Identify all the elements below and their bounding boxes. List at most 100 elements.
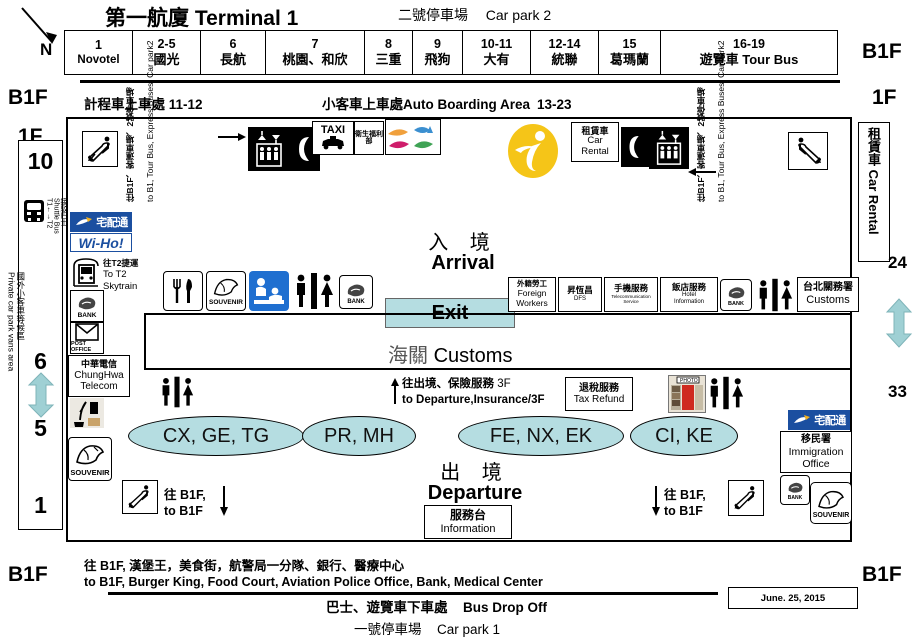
immigration-cn: 移民署	[801, 434, 831, 446]
wiho-logo: Wi-Ho!	[70, 233, 132, 252]
arrow-up-to-departure	[388, 378, 402, 404]
telecom-en-2: Telecom	[80, 381, 118, 393]
gate-cell[interactable]: 12-14 統聯	[531, 31, 599, 74]
bay-number-33: 33	[888, 382, 907, 401]
teal-double-arrow-right	[884, 298, 914, 348]
car-rental-box-top: 租賃車 Car Rental	[571, 122, 619, 162]
gate-cell[interactable]: 10-11 大有	[463, 31, 531, 74]
bank-icon: BANK	[720, 279, 752, 311]
to-b1-direction-right-en: to B1, Tour Bus, Express Buses, Car park…	[716, 41, 726, 202]
gate-cell[interactable]: 8 三重	[365, 31, 413, 74]
bus-dropoff-en: Bus Drop Off	[463, 600, 548, 615]
footer-directions: 往 B1F, 漢堡王，美食街，航警局一分隊、銀行、醫療中心 to B1F, Bu…	[84, 558, 543, 591]
airline-oval[interactable]: PR, MH	[302, 416, 416, 456]
souvenir-icon: SOUVENIR	[810, 482, 852, 524]
gate-cell[interactable]: 9 飛狗	[413, 31, 463, 74]
customs-band-bottom	[144, 368, 852, 370]
divider-line-bottom	[108, 592, 718, 595]
flower-shop-icon	[70, 398, 104, 428]
departure-title-cn: 出 境	[440, 462, 510, 484]
baby-care-icon	[249, 271, 289, 311]
telecom-service-box: 手機服務 Telecommunication Service	[604, 277, 658, 312]
souvenir-label: SOUVENIR	[209, 299, 243, 306]
bus-dropoff-label: 巴士、遊覽車下車處 Bus Drop Off	[326, 596, 547, 616]
gate-name: 葛瑪蘭	[609, 52, 649, 68]
gate-number: 8	[385, 36, 392, 51]
information-en: Information	[440, 522, 496, 535]
elevator-icon	[649, 127, 689, 169]
to-departure-cn: 往出境、保險服務	[402, 378, 494, 390]
airline-oval[interactable]: FE, NX, EK	[458, 416, 624, 456]
wiho-label: Wi-Ho!	[78, 234, 124, 251]
health-ministry-box: 衛生福利部	[354, 121, 384, 155]
arrow-down-right	[649, 486, 663, 516]
foreign-workers-en-2: Workers	[516, 297, 548, 308]
platform-number-5: 5	[34, 415, 47, 441]
north-label: N	[40, 40, 53, 59]
telecom-service-en: Telecommunication Service	[611, 294, 651, 305]
to-b1f-label-right: 往 B1F, to B1F	[664, 487, 706, 520]
shuttle-bus-en: Shuttle Bus	[52, 198, 60, 234]
private-carpark-label: 國外小客車等候區 Private car park vans area	[6, 272, 25, 412]
platform-number-10: 10	[27, 148, 54, 174]
escalator-down-icon	[122, 480, 158, 514]
telephone-icon	[621, 127, 649, 167]
to-b1-direction-left: 往B1F、客運車場、2號停車場	[125, 88, 135, 202]
customs-office-en: Customs	[806, 293, 850, 306]
carpark2-cn: 二號停車場	[398, 7, 468, 23]
customs-band	[144, 313, 852, 315]
departure-title-en: Departure	[427, 482, 523, 504]
immigration-office-box: 移民署 Immigration Office	[780, 431, 852, 473]
taxi-icon: TAXI	[312, 121, 354, 155]
gate-name: 飛狗	[424, 52, 451, 68]
souvenir-icon: SOUVENIR	[68, 437, 112, 481]
bank-icon: BANK	[70, 290, 104, 322]
floor-label-b1f-topleft: B1F	[8, 86, 48, 109]
shuttle-bus-icon	[22, 198, 46, 224]
gate-name: 國光	[153, 52, 180, 68]
dfs-box: 昇恆昌 DFS	[558, 277, 602, 312]
hotel-information-box: 飯店服務 Hotel Information	[660, 277, 718, 312]
gate-number: 16-19	[733, 36, 765, 51]
bay-number-24: 24	[888, 253, 907, 272]
gate-cell[interactable]: 16-19 遊覽車 Tour Bus	[661, 31, 837, 74]
footer-line1-cn: 往 B1F, 漢堡王，美食街，航警局一分隊、銀行、醫療中心	[84, 559, 405, 573]
car-rental-vertical-box: 租賃車 Car Rental	[858, 122, 890, 262]
airline-oval[interactable]: CX, GE, TG	[128, 416, 304, 456]
gate-cell[interactable]: 7 桃園、和欣	[266, 31, 365, 74]
customs-office-cn: 台北關務署	[803, 282, 853, 294]
gate-cell[interactable]: 2-5 國光	[133, 31, 201, 74]
private-carpark-cn: 國外小客車等候區	[15, 272, 26, 340]
escalator-down-icon	[82, 131, 118, 167]
escalator-down-icon	[728, 480, 764, 516]
to-b1-en-right: to B1, Tour Bus, Express Buses, Car park…	[716, 40, 726, 202]
hotel-information-en-1: Hotel	[681, 292, 696, 299]
car-rental-cn-side: 租賃車	[866, 127, 881, 166]
floor-label-b1f-bottomright: B1F	[862, 563, 902, 586]
shuttle-bus-label: 接駁巴士 Shuttle Bus T1←→T2	[45, 198, 67, 258]
to-b1f-left-cn: 往 B1F,	[164, 488, 206, 502]
arrow-right-to-b1	[218, 128, 246, 146]
souvenir-label: SOUVENIR	[70, 467, 110, 477]
gate-number: 12-14	[548, 36, 581, 51]
taxi-pickup-label: 計程車上車處 11-12	[84, 93, 203, 113]
restroom-icon	[706, 375, 746, 411]
customs-band-left	[144, 313, 146, 370]
gate-name: 桃園、和欣	[282, 52, 348, 68]
gate-number: 10-11	[480, 36, 513, 51]
gate-cell[interactable]: 1 Novotel	[65, 31, 133, 74]
arrow-down-left	[217, 486, 231, 516]
immigration-en-2: Office	[802, 457, 830, 470]
bus-dropoff-cn: 巴士、遊覽車下車處	[326, 600, 448, 615]
airline-oval[interactable]: CI, KE	[630, 416, 738, 456]
skytrain-en-2: Skytrain	[103, 280, 138, 292]
skytrain-cn: 往T2捷運	[103, 258, 139, 268]
gate-number: 1	[95, 37, 102, 52]
gate-cell[interactable]: 15 葛瑪蘭	[599, 31, 661, 74]
to-b1-cn-left: 往B1F、客運車場、2號停車場	[125, 87, 135, 202]
gate-cell[interactable]: 6 長航	[201, 31, 266, 74]
teal-double-arrow-left	[26, 372, 56, 418]
escalator-down-icon	[788, 132, 828, 170]
arrival-title-en: Arrival	[431, 252, 495, 274]
dfs-cn: 昇恆昌	[567, 285, 593, 296]
